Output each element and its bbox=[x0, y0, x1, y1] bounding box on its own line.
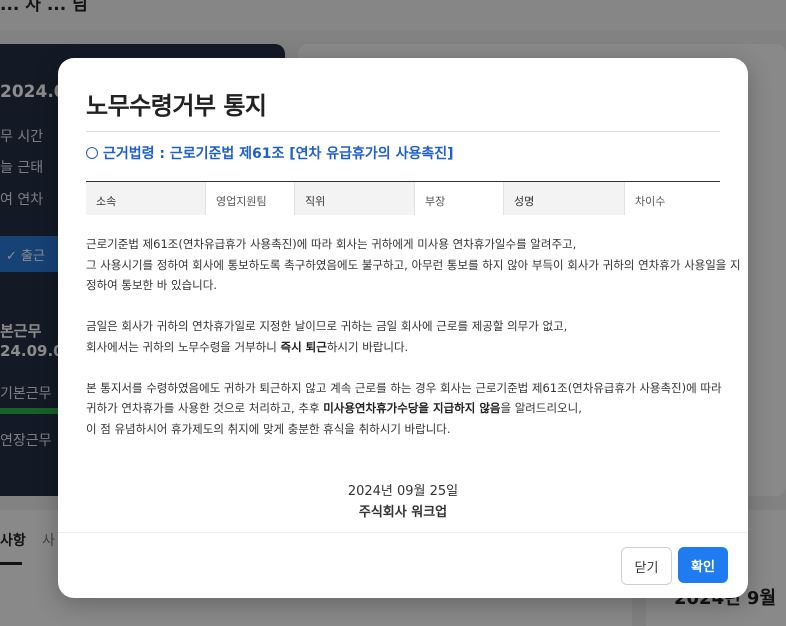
paragraph-1-line-1: 근로기준법 제61조(연차유급휴가 사용촉진)에 따라 회사는 귀하에게 미사용… bbox=[86, 237, 577, 251]
confirm-button[interactable]: 확인 bbox=[678, 547, 728, 583]
close-button[interactable]: 닫기 bbox=[621, 547, 672, 585]
employee-info-table: 소속 영업지원팀 직위 부장 성명 차이수 bbox=[86, 181, 720, 215]
title-divider bbox=[86, 131, 720, 132]
header-position: 직위 bbox=[295, 182, 415, 215]
no-allowance-emphasis: 미사용연차휴가수당을 지급하지 않음 bbox=[323, 401, 501, 415]
paragraph-1-line-2: 그 사용시기를 정하여 회사에 통보하도록 촉구하였음에도 불구하고, 아무런 … bbox=[86, 257, 741, 272]
leave-immediately-emphasis: 즉시 퇴근 bbox=[280, 339, 327, 354]
paragraph-2-line-1: 금일은 회사가 귀하의 연차휴가일로 지정한 날이므로 귀하는 금일 회사에 근… bbox=[86, 319, 568, 333]
legal-basis-text: 근거법령 : 근로기준법 제61조 [연차 유급휴가의 사용촉진] bbox=[103, 146, 454, 162]
header-department: 소속 bbox=[86, 182, 206, 215]
notice-date: 2024년 09월 25일 bbox=[347, 484, 459, 499]
value-position: 부장 bbox=[415, 182, 504, 215]
paragraph-1-line-3: 정하여 통보한 바 있습니다. bbox=[86, 278, 218, 292]
paragraph-2-line-2-start: 회사에서는 귀하의 노무수령을 거부하니 bbox=[86, 339, 281, 354]
footer-divider bbox=[58, 532, 748, 533]
paragraph-2-line-2-end: 하시기 바랍니다. bbox=[326, 339, 409, 354]
refusal-notice-modal: 노무수령거부 통지 근거법령 : 근로기준법 제61조 [연차 유급휴가의 사용… bbox=[58, 58, 748, 598]
header-name: 성명 bbox=[504, 182, 625, 215]
notice-body: 근로기준법 제61조(연차유급휴가 사용촉진)에 따라 회사는 귀하에게 미사용… bbox=[86, 234, 741, 460]
paragraph-3: 본 통지서를 수령하였음에도 귀하가 퇴근하지 않고 계속 근로를 하는 경우 … bbox=[86, 378, 726, 440]
paragraph-3-line-2-end: 을 알려드리오니, bbox=[500, 401, 582, 415]
value-department: 영업지원팀 bbox=[206, 182, 295, 215]
paragraph-3-line-3: 이 점 유념하시어 휴가제도의 취지에 맞게 충분한 휴식을 취하시기 바랍니다… bbox=[86, 421, 451, 436]
paragraph-3-line-2-start: 귀하가 연차휴가를 사용한 것으로 처리하고, 추후 bbox=[86, 401, 324, 415]
paragraph-1: 근로기준법 제61조(연차유급휴가 사용촉진)에 따라 회사는 귀하에게 미사용… bbox=[86, 234, 741, 296]
legal-basis: 근거법령 : 근로기준법 제61조 [연차 유급휴가의 사용촉진] bbox=[86, 143, 453, 163]
paragraph-2: 금일은 회사가 귀하의 연차휴가일로 지정한 날이므로 귀하는 금일 회사에 근… bbox=[86, 316, 726, 357]
paragraph-3-line-1: 본 통지서를 수령하였음에도 귀하가 퇴근하지 않고 계속 근로를 하는 경우 … bbox=[86, 380, 722, 395]
value-name: 차이수 bbox=[625, 182, 720, 215]
company-name: 주식회사 워크업 bbox=[358, 505, 448, 520]
circle-icon bbox=[86, 147, 98, 159]
modal-title: 노무수령거부 통지 bbox=[86, 92, 267, 120]
